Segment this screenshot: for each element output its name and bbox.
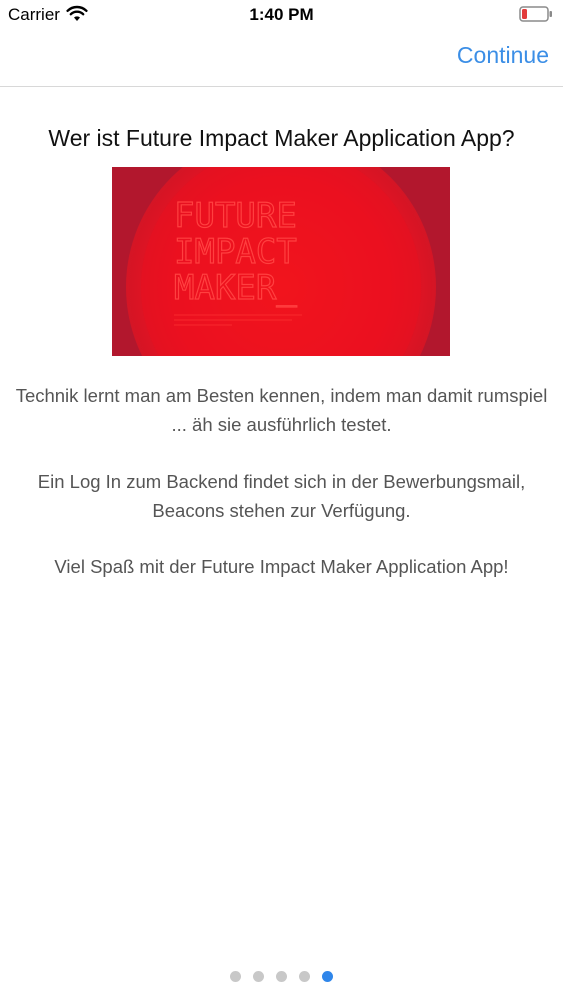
page-dot-3[interactable] [276, 971, 287, 982]
status-time: 1:40 PM [249, 5, 314, 24]
logo-line: MAKER_ [174, 268, 297, 308]
login-info-paragraph: Ein Log In zum Backend findet sich in de… [37, 471, 526, 521]
future-impact-maker-logo: FUTURE IMPACT MAKER_ [173, 195, 298, 308]
intro-paragraph: Technik lernt man am Besten kennen, inde… [15, 385, 548, 435]
page-dot-5[interactable] [322, 971, 333, 982]
navigation-bar: Continue [0, 30, 563, 87]
page-indicator [0, 969, 563, 982]
closing-paragraph: Viel Spaß mit der Future Impact Maker Ap… [54, 556, 509, 577]
page-dot-4[interactable] [299, 971, 310, 982]
logo-line: FUTURE [174, 196, 297, 236]
logo-line: IMPACT [174, 232, 297, 272]
page-title: Wer ist Future Impact Maker Application … [48, 125, 515, 151]
page-dot-1[interactable] [230, 971, 241, 982]
battery-icon [519, 6, 553, 22]
hero-image: FUTURE IMPACT MAKER_ [112, 167, 450, 356]
status-bar: Carrier 1:40 PM [0, 0, 563, 30]
page-dot-2[interactable] [253, 971, 264, 982]
continue-button[interactable]: Continue [457, 42, 549, 69]
